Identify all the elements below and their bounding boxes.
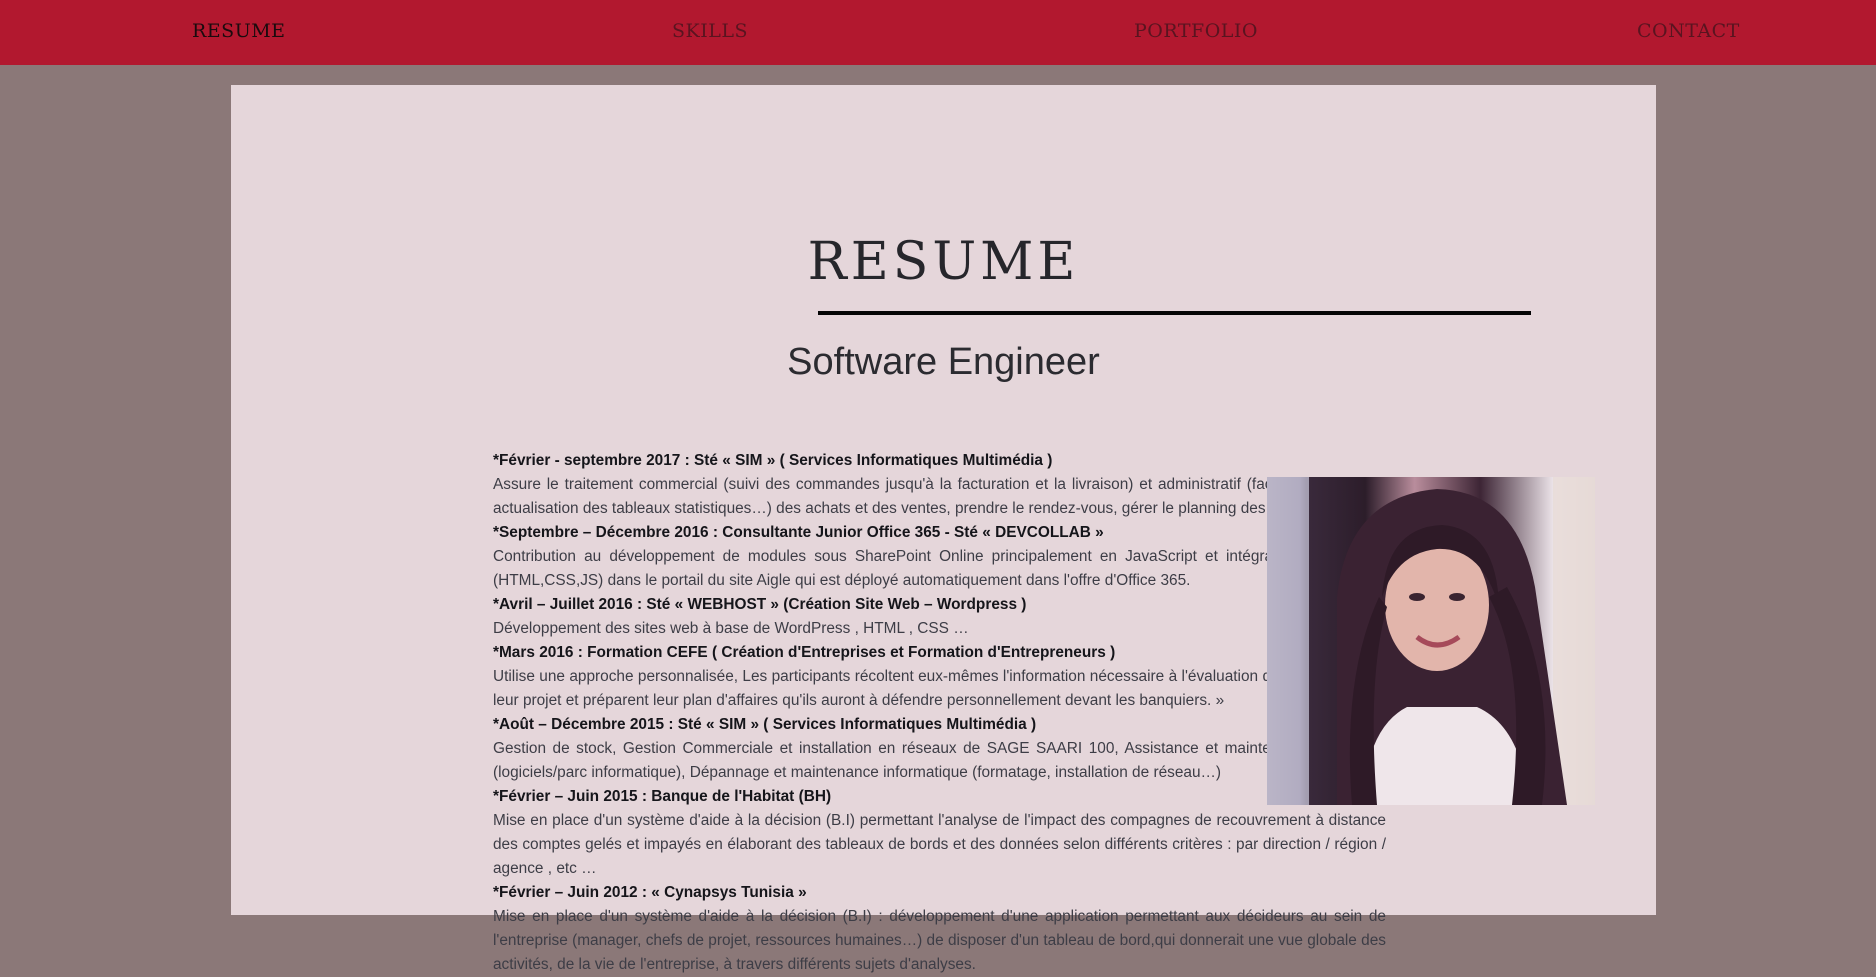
- entry-title: *Février - septembre 2017 : Sté « SIM » …: [493, 452, 1053, 469]
- experience-entry: *Août – Décembre 2015 : Sté « SIM » ( Se…: [493, 713, 1386, 785]
- entry-description: Mise en place d'un système d'aide à la d…: [493, 812, 1386, 877]
- title-divider: [818, 311, 1531, 315]
- entry-description: Contribution au développement de modules…: [493, 548, 1386, 589]
- entry-title: *Février – Juin 2012 : « Cynapsys Tunisi…: [493, 884, 807, 901]
- entry-description: Développement des sites web à base de Wo…: [493, 620, 969, 637]
- entry-title: *Mars 2016 : Formation CEFE ( Création d…: [493, 644, 1116, 661]
- entry-title: *Février – Juin 2015 : Banque de l'Habit…: [493, 788, 832, 805]
- experience-entry: *Février - septembre 2017 : Sté « SIM » …: [493, 449, 1386, 521]
- entry-description: Gestion de stock, Gestion Commerciale et…: [493, 740, 1386, 781]
- experience-entry: *Avril – Juillet 2016 : Sté « WEBHOST » …: [493, 593, 1386, 641]
- entry-description: Utilise une approche personnalisée, Les …: [493, 668, 1386, 709]
- entry-description: Mise en place d'un système d'aide à la d…: [493, 908, 1386, 973]
- entry-title: *Avril – Juillet 2016 : Sté « WEBHOST » …: [493, 596, 1027, 613]
- top-navbar: RESUME SKILLS PORTFOLIO CONTACT: [0, 0, 1876, 65]
- nav-link-contact[interactable]: CONTACT: [1637, 0, 1740, 62]
- entry-title: *Septembre – Décembre 2016 : Consultante…: [493, 524, 1104, 541]
- profile-photo: [1267, 477, 1595, 805]
- experience-entry: *Mars 2016 : Formation CEFE ( Création d…: [493, 641, 1386, 713]
- job-title: Software Engineer: [787, 341, 1100, 383]
- nav-link-portfolio[interactable]: PORTFOLIO: [1134, 0, 1258, 62]
- experience-entry: *Février – Juin 2015 : Banque de l'Habit…: [493, 785, 1386, 881]
- entry-description: Assure le traitement commercial (suivi d…: [493, 476, 1386, 517]
- profile-photo-illustration: [1267, 477, 1595, 805]
- experience-entry: *Février – Juin 2012 : « Cynapsys Tunisi…: [493, 881, 1386, 977]
- resume-title: RESUME: [807, 232, 1080, 292]
- nav-link-resume[interactable]: RESUME: [192, 0, 286, 62]
- entry-title: *Août – Décembre 2015 : Sté « SIM » ( Se…: [493, 716, 1037, 733]
- nav-link-skills[interactable]: SKILLS: [672, 0, 748, 62]
- experience-entry: *Septembre – Décembre 2016 : Consultante…: [493, 521, 1386, 593]
- experience-list: *Février - septembre 2017 : Sté « SIM » …: [493, 449, 1386, 977]
